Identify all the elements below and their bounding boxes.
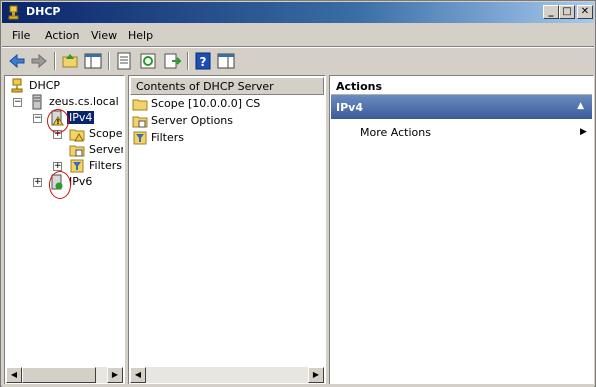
list-item-scope[interactable]: Scope [10.0.0.0] CS: [132, 96, 322, 112]
tree-label: zeus.cs.local: [49, 95, 119, 108]
forward-icon[interactable]: [29, 51, 49, 71]
help-icon[interactable]: ?: [193, 51, 213, 71]
more-actions-link[interactable]: More Actions: [360, 126, 431, 139]
show-hide-tree-icon[interactable]: [83, 51, 103, 71]
collapse-icon[interactable]: −: [33, 114, 42, 123]
menu-action[interactable]: Action: [45, 29, 79, 42]
dhcp-window: DHCP _ □ ✕ File Action View Help ? DHCP …: [0, 0, 596, 387]
server-options-icon: [69, 145, 85, 157]
svg-text:?: ?: [200, 55, 207, 69]
scope-folder-icon: [132, 99, 148, 111]
scroll-right-button[interactable]: ▶: [308, 367, 324, 383]
minimize-button[interactable]: _: [543, 5, 559, 19]
scope-folder-warning-icon: [69, 129, 85, 142]
server-options-icon: [132, 116, 148, 128]
maximize-button[interactable]: □: [559, 5, 575, 19]
horizontal-scrollbar[interactable]: ◀ ▶: [6, 367, 123, 383]
filter-icon: [70, 159, 84, 173]
tree-label: IPv6: [69, 175, 93, 188]
collapse-caret-icon[interactable]: ▲: [577, 101, 584, 111]
tree-label: Filters: [89, 159, 122, 172]
submenu-arrow-icon[interactable]: ▶: [580, 127, 587, 137]
toolbar-separator: [187, 52, 189, 70]
dhcp-app-icon: [8, 5, 19, 20]
actions-pane: Actions IPv4 ▲ More Actions ▶: [329, 75, 594, 385]
title-bar[interactable]: DHCP _ □ ✕: [2, 2, 594, 23]
server-icon: [32, 94, 42, 110]
list-item-label: Scope [10.0.0.0] CS: [151, 97, 261, 110]
tree-label: DHCP: [29, 79, 61, 92]
scroll-left-button[interactable]: ◀: [130, 367, 146, 383]
horizontal-scrollbar[interactable]: ◀ ▶: [130, 367, 324, 383]
close-button[interactable]: ✕: [577, 5, 593, 19]
dhcp-icon: [11, 78, 23, 93]
console-tree-pane: DHCP − zeus.cs.local − ! IPv4 + Scope Se…: [4, 75, 125, 385]
tree-label-selected: IPv4: [67, 111, 95, 124]
scroll-right-button[interactable]: ▶: [107, 367, 123, 383]
content-pane: Contents of DHCP Server Scope [10.0.0.0]…: [128, 75, 326, 385]
tree-label: Server: [89, 143, 123, 156]
toolbar-separator: [54, 52, 56, 70]
scroll-left-button[interactable]: ◀: [6, 367, 22, 383]
list-item-server-options[interactable]: Server Options: [132, 113, 322, 129]
tree-item-dhcp[interactable]: DHCP: [7, 78, 123, 94]
expand-icon[interactable]: +: [53, 162, 62, 171]
scroll-thumb[interactable]: [22, 367, 96, 383]
annotation-circle: [47, 109, 69, 133]
filter-icon: [133, 131, 147, 145]
back-icon[interactable]: [7, 51, 27, 71]
toolbar-separator: [108, 52, 110, 70]
tree-item-server-options[interactable]: Server: [7, 142, 123, 158]
actions-section-ipv4[interactable]: IPv4 ▲: [331, 95, 592, 119]
up-folder-icon[interactable]: [60, 51, 80, 71]
menu-view[interactable]: View: [91, 29, 117, 42]
expand-icon[interactable]: +: [33, 178, 42, 187]
actions-section-label: IPv4: [336, 101, 363, 114]
toolbar: ?: [2, 48, 594, 74]
window-title: DHCP: [26, 5, 61, 18]
collapse-icon[interactable]: −: [13, 98, 22, 107]
list-item-filters[interactable]: Filters: [132, 130, 322, 146]
refresh-icon[interactable]: [138, 51, 158, 71]
menu-help[interactable]: Help: [128, 29, 153, 42]
actions-title: Actions: [331, 77, 592, 95]
properties-icon[interactable]: [114, 51, 134, 71]
export-icon[interactable]: [162, 51, 182, 71]
tree-label: Scope [: [89, 127, 123, 140]
list-item-label: Server Options: [151, 114, 234, 127]
menu-bar: File Action View Help: [2, 24, 594, 46]
show-hide-action-icon[interactable]: [216, 51, 236, 71]
annotation-circle: [49, 171, 71, 199]
tree-item-server[interactable]: − zeus.cs.local: [7, 94, 123, 110]
menu-file[interactable]: File: [12, 29, 30, 42]
column-header[interactable]: Contents of DHCP Server: [130, 77, 324, 95]
list-item-label: Filters: [151, 131, 184, 144]
